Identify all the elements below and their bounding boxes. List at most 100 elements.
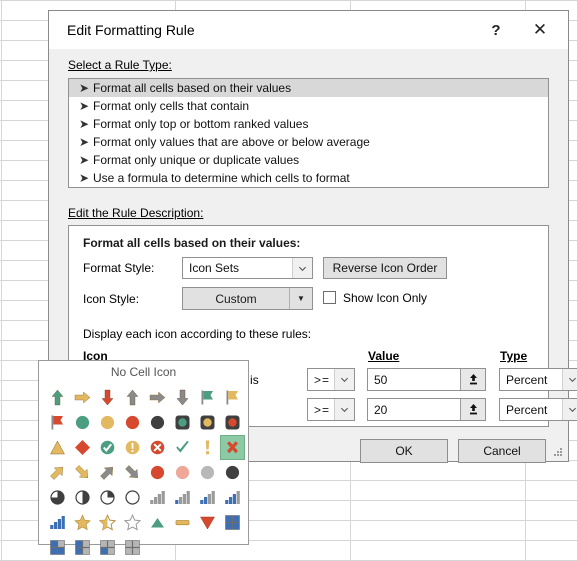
display-rules-label: Display each icon according to these rul… bbox=[83, 327, 312, 341]
no-cell-icon-option[interactable]: No Cell Icon bbox=[39, 361, 248, 383]
quad-3-blue-icon[interactable] bbox=[45, 535, 70, 560]
bars-full-blue-icon[interactable] bbox=[45, 510, 70, 535]
exclam-circle-yellow-icon[interactable] bbox=[120, 435, 145, 460]
pie-quarter-icon[interactable] bbox=[45, 485, 70, 510]
circle-red-icon[interactable] bbox=[120, 410, 145, 435]
chevron-down-icon[interactable] bbox=[562, 399, 577, 420]
arrow-ne-gray-icon[interactable] bbox=[95, 460, 120, 485]
operator-combo-row1[interactable]: >= bbox=[307, 368, 355, 391]
arrow-up-gray-icon[interactable] bbox=[120, 385, 145, 410]
chevron-down-icon[interactable] bbox=[562, 369, 577, 390]
arrow-se-gray-icon[interactable] bbox=[120, 460, 145, 485]
chevron-down-icon[interactable] bbox=[292, 258, 312, 278]
column-header-value: Value bbox=[368, 349, 400, 363]
value-text-row1: 50 bbox=[374, 372, 388, 387]
close-icon[interactable]: ✕ bbox=[521, 11, 559, 49]
star-full-gold-icon[interactable] bbox=[70, 510, 95, 535]
triangle-up-green-icon[interactable] bbox=[145, 510, 170, 535]
rule-type-label: Format all cells based on their values bbox=[93, 81, 292, 95]
icon-style-split-button[interactable]: Custom ▼ bbox=[182, 287, 313, 310]
check-mark-green-icon[interactable] bbox=[170, 435, 195, 460]
bars-1-gray-icon[interactable] bbox=[145, 485, 170, 510]
quad-4-blue-icon[interactable] bbox=[220, 510, 245, 535]
check-circle-green-icon[interactable] bbox=[95, 435, 120, 460]
bars-2-blue-icon[interactable] bbox=[170, 485, 195, 510]
pie-three-quarter-icon[interactable] bbox=[95, 485, 120, 510]
reverse-icon-order-button[interactable]: Reverse Icon Order bbox=[323, 257, 447, 279]
rule-type-item-0[interactable]: ➤ Format all cells based on their values bbox=[69, 79, 548, 97]
triangle-yellow-icon[interactable] bbox=[45, 435, 70, 460]
diamond-red-icon[interactable] bbox=[70, 435, 95, 460]
traffic-green-icon[interactable] bbox=[170, 410, 195, 435]
help-button[interactable]: ? bbox=[477, 11, 515, 49]
description-heading: Format all cells based on their values: bbox=[83, 236, 301, 250]
x-mark-red-icon[interactable] bbox=[220, 435, 245, 460]
arrow-down-red-icon[interactable] bbox=[95, 385, 120, 410]
arrow-ne-yellow-icon[interactable] bbox=[45, 460, 70, 485]
rule-type-label: Format only values that are above or bel… bbox=[93, 135, 370, 149]
arrow-up-green-icon[interactable] bbox=[45, 385, 70, 410]
star-empty-icon[interactable] bbox=[120, 510, 145, 535]
type-combo-row1[interactable]: Percent bbox=[499, 368, 577, 391]
traffic-yellow-icon[interactable] bbox=[195, 410, 220, 435]
resize-grip-icon[interactable] bbox=[552, 446, 564, 458]
type-combo-row2[interactable]: Percent bbox=[499, 398, 577, 421]
dialog-title: Edit Formatting Rule bbox=[67, 22, 195, 38]
flag-red-icon[interactable] bbox=[45, 410, 70, 435]
circle-pink-icon[interactable] bbox=[170, 460, 195, 485]
circle-red-solid-icon[interactable] bbox=[145, 460, 170, 485]
value-input-row1[interactable]: 50 bbox=[367, 368, 486, 391]
quad-0-gray-icon[interactable] bbox=[120, 535, 145, 560]
bullet-arrow-icon: ➤ bbox=[79, 99, 90, 113]
column-header-type: Type bbox=[500, 349, 528, 363]
arrow-se-yellow-icon[interactable] bbox=[70, 460, 95, 485]
rule-type-list[interactable]: ➤ Format all cells based on their values … bbox=[68, 78, 549, 188]
flag-yellow-icon[interactable] bbox=[220, 385, 245, 410]
cancel-button[interactable]: Cancel bbox=[458, 439, 546, 463]
type-value-row1: Percent bbox=[506, 372, 548, 387]
rule-type-item-2[interactable]: ➤ Format only top or bottom ranked values bbox=[69, 115, 548, 133]
arrow-down-gray-icon[interactable] bbox=[170, 385, 195, 410]
rule-type-item-5[interactable]: ➤ Use a formula to determine which cells … bbox=[69, 169, 548, 187]
format-style-combo[interactable]: Icon Sets bbox=[182, 257, 313, 279]
chevron-down-icon[interactable] bbox=[334, 399, 354, 420]
chevron-down-icon[interactable]: ▼ bbox=[289, 288, 312, 309]
rule-type-item-1[interactable]: ➤ Format only cells that contain bbox=[69, 97, 548, 115]
ok-button[interactable]: OK bbox=[360, 439, 448, 463]
rule-type-item-4[interactable]: ➤ Format only unique or duplicate values bbox=[69, 151, 548, 169]
triangle-down-red-icon[interactable] bbox=[195, 510, 220, 535]
bullet-arrow-icon: ➤ bbox=[79, 171, 90, 185]
rule-type-item-3[interactable]: ➤ Format only values that are above or be… bbox=[69, 133, 548, 151]
icon-picker-popup[interactable]: No Cell Icon bbox=[38, 360, 249, 555]
format-style-value: Icon Sets bbox=[189, 261, 240, 275]
arrow-side-up-yellow-icon[interactable] bbox=[70, 385, 95, 410]
value-spinner-row1[interactable] bbox=[460, 369, 485, 390]
arrow-side-up-gray-icon[interactable] bbox=[145, 385, 170, 410]
traffic-red-icon[interactable] bbox=[220, 410, 245, 435]
flag-green-icon[interactable] bbox=[195, 385, 220, 410]
quad-2-blue-icon[interactable] bbox=[70, 535, 95, 560]
pie-empty-icon[interactable] bbox=[120, 485, 145, 510]
show-icon-only-checkbox[interactable] bbox=[323, 291, 336, 304]
bullet-arrow-icon: ➤ bbox=[79, 135, 90, 149]
circle-silver-icon[interactable] bbox=[195, 460, 220, 485]
star-half-gold-icon[interactable] bbox=[95, 510, 120, 535]
value-spinner-row2[interactable] bbox=[460, 399, 485, 420]
bars-3-blue-icon[interactable] bbox=[195, 485, 220, 510]
x-circle-red-icon[interactable] bbox=[145, 435, 170, 460]
chevron-down-icon[interactable] bbox=[334, 369, 354, 390]
value-input-row2[interactable]: 20 bbox=[367, 398, 486, 421]
quad-1-blue-icon[interactable] bbox=[95, 535, 120, 560]
circle-green-icon[interactable] bbox=[70, 410, 95, 435]
circle-dark-icon[interactable] bbox=[220, 460, 245, 485]
format-style-label: Format Style: bbox=[83, 261, 155, 275]
circle-black-icon[interactable] bbox=[145, 410, 170, 435]
operator-combo-row2[interactable]: >= bbox=[307, 398, 355, 421]
exclam-mark-yellow-icon[interactable] bbox=[195, 435, 220, 460]
icon-grid[interactable] bbox=[45, 385, 245, 560]
dash-yellow-icon[interactable] bbox=[170, 510, 195, 535]
circle-yellow-icon[interactable] bbox=[95, 410, 120, 435]
pie-half-icon[interactable] bbox=[70, 485, 95, 510]
bullet-arrow-icon: ➤ bbox=[79, 153, 90, 167]
bars-4-blue-icon[interactable] bbox=[220, 485, 245, 510]
